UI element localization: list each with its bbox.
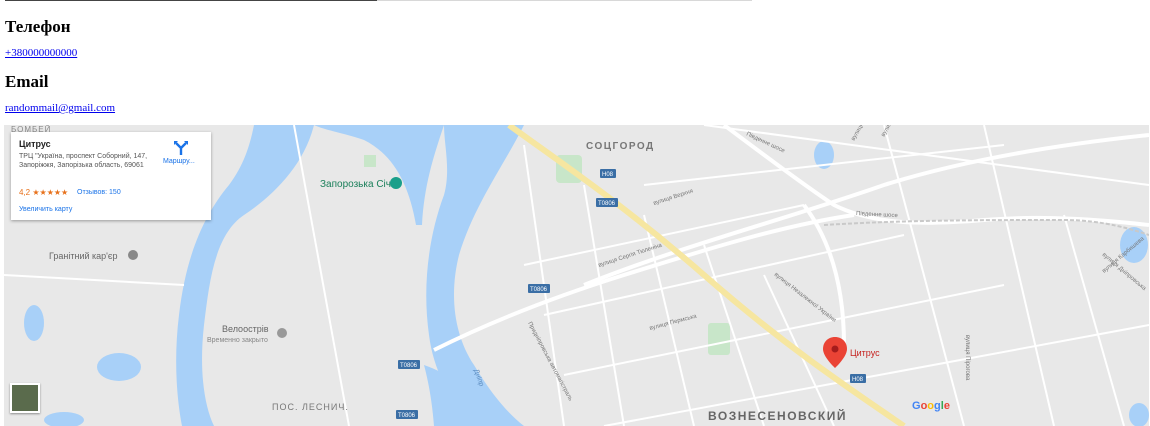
svg-text:Т0806: Т0806: [598, 201, 616, 207]
road-shield-t0806-2: Т0806: [528, 284, 550, 293]
label-les-nich: ПОС. ЛЕСНИЧ.: [272, 402, 349, 412]
label-zaporozka-sich: Запорозька Січ: [320, 179, 391, 190]
svg-text:Н08: Н08: [852, 377, 864, 383]
label-temp-closed: Временно закрыто: [207, 337, 268, 344]
place-rating: 4,2 ★★★★★: [19, 188, 68, 197]
park-3: [364, 155, 376, 167]
place-closed-icon: [277, 328, 287, 338]
top-divider-dark: [5, 0, 377, 1]
label-voznesenovsky: ВОЗНЕСЕНОВСКИЙ: [708, 408, 847, 423]
lake-6: [1129, 403, 1149, 426]
place-address: ТРЦ "Україна, проспект Соборний, 147, За…: [19, 153, 148, 169]
road-shield-t0806-4: Т0806: [396, 410, 418, 419]
satellite-view-toggle[interactable]: [10, 383, 40, 413]
email-heading: Email: [5, 72, 49, 91]
rating-stars-icon: ★★★★★: [32, 188, 69, 197]
road-shield-h08-2: Н08: [850, 374, 866, 383]
lake-2: [24, 305, 44, 341]
road-shield-t0806-3: Т0806: [398, 360, 420, 369]
place-title: Цитрус: [19, 139, 51, 149]
email-link[interactable]: randommail@gmail.com: [5, 102, 115, 114]
place-pin-icon: [128, 250, 138, 260]
reviews-link[interactable]: Отзывов: 150: [77, 189, 121, 196]
lake-1: [97, 353, 141, 381]
top-divider-light: [377, 0, 752, 1]
phone-link[interactable]: +380000000000: [5, 47, 77, 59]
directions-icon[interactable]: [173, 140, 189, 156]
enlarge-map-link[interactable]: Увеличить карту: [19, 206, 72, 213]
road-shield-t0806-1: Т0806: [596, 198, 618, 207]
road-shield-h08-1: Н08: [600, 169, 616, 178]
google-map-embed[interactable]: БОМБЕЙ СОЦГОРОД Запорозька Січ Гранітний…: [4, 125, 1149, 426]
park-2: [708, 323, 730, 355]
directions-link[interactable]: Маршру...: [163, 158, 195, 165]
label-vulytsia-pivn: вулиця Пірогова: [964, 335, 970, 381]
landmark-icon: [390, 177, 402, 189]
label-sotsgorod: СОЦГОРОД: [586, 141, 655, 152]
google-logo: Google: [912, 400, 950, 412]
label-velo-island: Велоострів: [222, 324, 269, 334]
svg-text:Н08: Н08: [602, 172, 614, 178]
svg-text:Т0806: Т0806: [530, 287, 548, 293]
marker-label: Цитрус: [850, 348, 880, 358]
rating-value: 4,2: [19, 188, 31, 197]
svg-text:Т0806: Т0806: [400, 363, 418, 369]
place-info-card: Цитрус ТРЦ "Україна, проспект Соборний, …: [11, 132, 211, 220]
label-granite-quarry: Гранітний кар'єр: [49, 251, 117, 261]
phone-heading: Телефон: [5, 17, 71, 36]
svg-text:Т0806: Т0806: [398, 413, 416, 419]
